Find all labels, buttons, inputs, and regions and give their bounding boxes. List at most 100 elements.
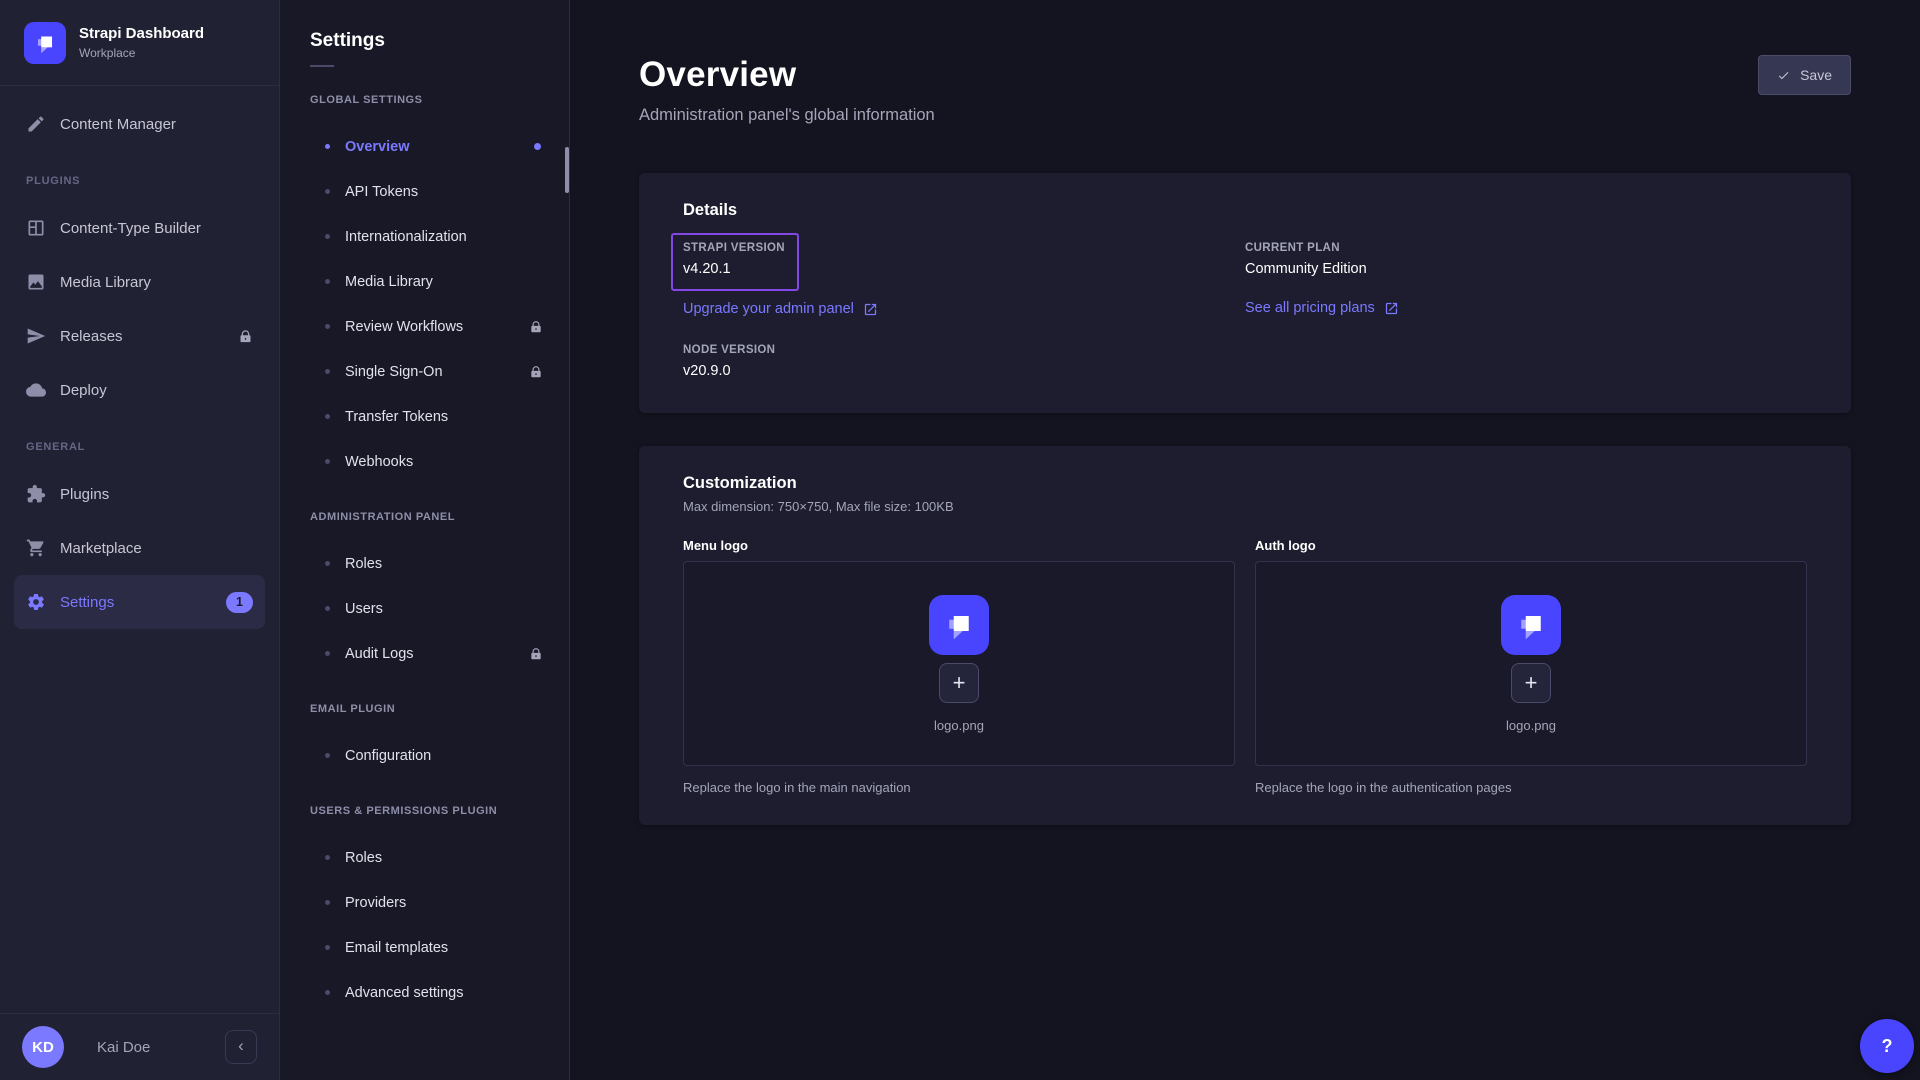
subnav-item-users-permissions-plugin-email-templates[interactable]: Email templates: [280, 925, 569, 970]
bullet-icon: [325, 561, 330, 566]
current-plan-value: Community Edition: [1245, 261, 1807, 277]
auth-logo-caption: Replace the logo in the authentication p…: [1255, 780, 1807, 795]
subnav-item-label: Webhooks: [345, 454, 413, 470]
sidebar-item-label: Deploy: [60, 382, 107, 399]
active-page-dot: [534, 143, 541, 150]
sidebar-item-deploy[interactable]: Deploy: [14, 363, 265, 417]
external-link-icon: [1384, 301, 1399, 316]
subnav-section-label-administration-panel: ADMINISTRATION PANEL: [280, 511, 569, 523]
upgrade-admin-panel-link[interactable]: Upgrade your admin panel: [683, 301, 878, 317]
subnav-item-label: Internationalization: [345, 229, 467, 245]
subnav-item-administration-panel-roles[interactable]: Roles: [280, 541, 569, 586]
sidebar-item-content-type-builder[interactable]: Content-Type Builder: [14, 201, 265, 255]
nav-section-label-general: GENERAL: [26, 441, 253, 453]
bullet-icon: [325, 459, 330, 464]
subnav-item-global-settings-transfer-tokens[interactable]: Transfer Tokens: [280, 394, 569, 439]
bullet-icon: [325, 606, 330, 611]
collapse-sidebar-button[interactable]: ‹: [225, 1030, 257, 1064]
bullet-icon: [325, 369, 330, 374]
subnav-section-label-users-permissions-plugin: USERS & PERMISSIONS PLUGIN: [280, 805, 569, 817]
sidebar-item-media-library[interactable]: Media Library: [14, 255, 265, 309]
add-menu-logo-button[interactable]: +: [939, 663, 979, 703]
subnav-item-label: Email templates: [345, 940, 448, 956]
current-plan-field: CURRENT PLAN Community Edition: [1245, 242, 1807, 277]
cloud-icon: [26, 380, 46, 400]
sidebar-item-marketplace[interactable]: Marketplace: [14, 521, 265, 575]
subnav-item-email-plugin-configuration[interactable]: Configuration: [280, 733, 569, 778]
auth-logo-filename: logo.png: [1506, 718, 1556, 733]
subnav-scrollbar-thumb[interactable]: [565, 147, 569, 193]
current-plan-label: CURRENT PLAN: [1245, 242, 1807, 254]
details-card: Details STRAPI VERSION v4.20.1 Upgrade y…: [639, 173, 1851, 413]
pricing-plans-link[interactable]: See all pricing plans: [1245, 300, 1399, 316]
customization-card: Customization Max dimension: 750×750, Ma…: [639, 446, 1851, 825]
layout-icon: [26, 218, 46, 238]
subnav-section-label-global-settings: GLOBAL SETTINGS: [280, 94, 569, 106]
subnav-item-global-settings-api-tokens[interactable]: API Tokens: [280, 169, 569, 214]
gear-icon: [26, 592, 46, 612]
auth-logo-dropzone[interactable]: + logo.png: [1255, 561, 1807, 766]
subnav-item-label: Transfer Tokens: [345, 409, 448, 425]
subnav-item-label: Providers: [345, 895, 406, 911]
sidebar-item-label: Media Library: [60, 274, 151, 291]
add-auth-logo-button[interactable]: +: [1511, 663, 1551, 703]
subnav-item-global-settings-webhooks[interactable]: Webhooks: [280, 439, 569, 484]
subnav-item-global-settings-review-workflows[interactable]: Review Workflows: [280, 304, 569, 349]
page-subtitle: Administration panel's global informatio…: [639, 106, 935, 125]
lock-icon: [529, 365, 543, 379]
subnav-item-global-settings-media-library[interactable]: Media Library: [280, 259, 569, 304]
sidebar-item-settings[interactable]: Settings1: [14, 575, 265, 629]
subnav-item-label: Media Library: [345, 274, 433, 290]
workspace-title: Strapi Dashboard: [79, 25, 204, 44]
main-nav-list: Content ManagerPLUGINSContent-Type Build…: [0, 86, 279, 1013]
node-version-field: NODE VERSION v20.9.0: [683, 344, 1245, 379]
save-button[interactable]: Save: [1758, 55, 1851, 95]
bullet-icon: [325, 144, 330, 149]
sidebar-item-content-manager[interactable]: Content Manager: [14, 97, 265, 151]
subnav-item-label: Audit Logs: [345, 646, 414, 662]
strapi-version-value: v4.20.1: [683, 261, 785, 277]
bullet-icon: [325, 945, 330, 950]
workspace-header[interactable]: Strapi Dashboard Workplace: [0, 0, 279, 86]
menu-logo-dropzone[interactable]: + logo.png: [683, 561, 1235, 766]
menu-logo-caption: Replace the logo in the main navigation: [683, 780, 1235, 795]
sidebar-item-plugins[interactable]: Plugins: [14, 467, 265, 521]
sidebar-item-releases[interactable]: Releases: [14, 309, 265, 363]
help-button[interactable]: ?: [1860, 1019, 1914, 1073]
subnav-item-administration-panel-users[interactable]: Users: [280, 586, 569, 631]
subnav-item-global-settings-single-sign-on[interactable]: Single Sign-On: [280, 349, 569, 394]
bullet-icon: [325, 324, 330, 329]
node-version-label: NODE VERSION: [683, 344, 1245, 356]
puzzle-icon: [26, 484, 46, 504]
sidebar-item-label: Marketplace: [60, 540, 142, 557]
strapi-version-field: STRAPI VERSION v4.20.1: [683, 242, 785, 277]
subnav-item-users-permissions-plugin-roles[interactable]: Roles: [280, 835, 569, 880]
subnav-item-global-settings-internationalization[interactable]: Internationalization: [280, 214, 569, 259]
subnav-item-users-permissions-plugin-advanced-settings[interactable]: Advanced settings: [280, 970, 569, 1015]
main-sidebar: Strapi Dashboard Workplace Content Manag…: [0, 0, 280, 1080]
subnav-item-administration-panel-audit-logs[interactable]: Audit Logs: [280, 631, 569, 676]
subnav-item-label: Users: [345, 601, 383, 617]
external-link-icon: [863, 302, 878, 317]
lock-icon: [238, 329, 253, 344]
subnav-item-label: Advanced settings: [345, 985, 464, 1001]
bullet-icon: [325, 990, 330, 995]
bullet-icon: [325, 189, 330, 194]
sidebar-item-label: Releases: [60, 328, 123, 345]
node-version-value: v20.9.0: [683, 363, 1245, 379]
bullet-icon: [325, 651, 330, 656]
bullet-icon: [325, 753, 330, 758]
bullet-icon: [325, 279, 330, 284]
lock-icon: [529, 320, 543, 334]
notification-badge: 1: [226, 592, 253, 613]
subnav-item-global-settings-overview[interactable]: Overview: [280, 124, 569, 169]
customization-card-title: Customization: [683, 474, 1807, 493]
user-name: Kai Doe: [97, 1039, 150, 1056]
strapi-logo-icon: [929, 595, 989, 655]
divider: [310, 65, 334, 67]
subnav-item-label: Roles: [345, 850, 382, 866]
subnav-title: Settings: [280, 30, 569, 52]
subnav-item-users-permissions-plugin-providers[interactable]: Providers: [280, 880, 569, 925]
subnav-item-label: Configuration: [345, 748, 431, 764]
workspace-subtitle: Workplace: [79, 46, 204, 60]
